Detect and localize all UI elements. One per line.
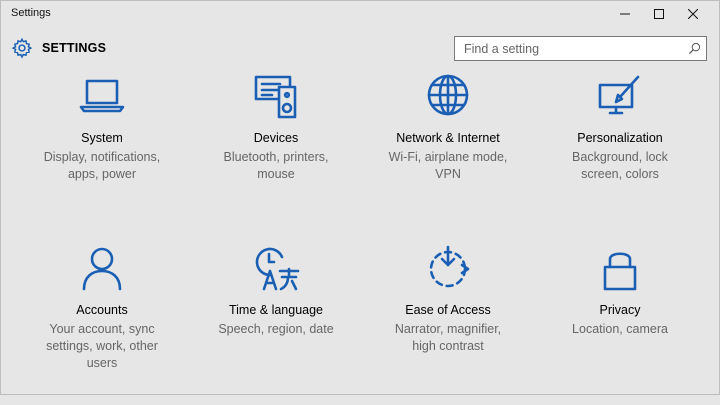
page-title: SETTINGS xyxy=(42,41,107,55)
laptop-icon xyxy=(78,73,126,121)
title-bar[interactable]: Settings xyxy=(1,1,719,27)
time-language-icon xyxy=(252,245,300,293)
tile-label: Ease of Access xyxy=(405,303,491,317)
tile-system[interactable]: System Display, notifications, apps, powe… xyxy=(17,73,187,233)
tile-label: Personalization xyxy=(577,131,663,145)
maximize-button[interactable] xyxy=(642,1,676,27)
lock-icon xyxy=(596,245,644,293)
paint-icon xyxy=(596,73,644,121)
tile-description: Narrator, magnifier, high contrast xyxy=(394,322,502,353)
tile-network-internet[interactable]: Network & Internet Wi-Fi, airplane mode,… xyxy=(363,73,533,233)
tile-label: Time & language xyxy=(228,303,324,317)
tile-time-language[interactable]: Time & language Speech, region, date xyxy=(191,245,361,405)
tile-devices[interactable]: Devices Bluetooth, printers, mouse xyxy=(191,73,361,233)
search-box[interactable] xyxy=(454,36,707,61)
search-icon[interactable] xyxy=(688,42,701,55)
ease-of-access-icon xyxy=(424,245,472,293)
settings-header: SETTINGS xyxy=(1,33,719,65)
gear-icon xyxy=(11,37,33,59)
minimize-icon xyxy=(620,13,630,15)
devices-icon xyxy=(252,73,300,121)
tile-description: Your account, sync settings, work, other u… xyxy=(46,322,158,370)
tile-label: Network & Internet xyxy=(396,131,500,145)
tile-ease-of-access[interactable]: Ease of Access Narrator, magnifier, high … xyxy=(363,245,533,405)
tile-personalization[interactable]: Personalization Background, lock screen, … xyxy=(535,73,705,233)
settings-window: Settings SETTINGS Find a setting System … xyxy=(0,0,720,395)
globe-icon xyxy=(424,73,472,121)
tile-label: Privacy xyxy=(599,303,641,317)
minimize-button[interactable] xyxy=(608,1,642,27)
tile-label: Devices xyxy=(253,131,299,145)
settings-grid: System Display, notifications, apps, powe… xyxy=(1,65,720,385)
tile-description: Location, camera xyxy=(572,322,668,336)
search-input[interactable] xyxy=(455,37,689,60)
tile-description: Display, notifications, apps, power xyxy=(43,150,161,181)
tile-label: System xyxy=(81,131,123,145)
close-button[interactable] xyxy=(676,1,710,27)
maximize-icon xyxy=(654,9,664,19)
tile-description: Bluetooth, printers, mouse xyxy=(223,150,329,181)
close-icon xyxy=(688,9,698,19)
tile-description: Speech, region, date xyxy=(218,322,334,336)
window-title: Settings xyxy=(11,7,51,19)
tile-label: Accounts xyxy=(76,303,128,317)
tile-privacy[interactable]: Privacy Location, camera xyxy=(535,245,705,405)
tile-description: Background, lock screen, colors xyxy=(572,150,668,181)
tile-description: Wi-Fi, airplane mode, VPN xyxy=(388,150,508,181)
tile-accounts[interactable]: Accounts Your account, sync settings, wor… xyxy=(17,245,187,405)
person-icon xyxy=(78,245,126,293)
